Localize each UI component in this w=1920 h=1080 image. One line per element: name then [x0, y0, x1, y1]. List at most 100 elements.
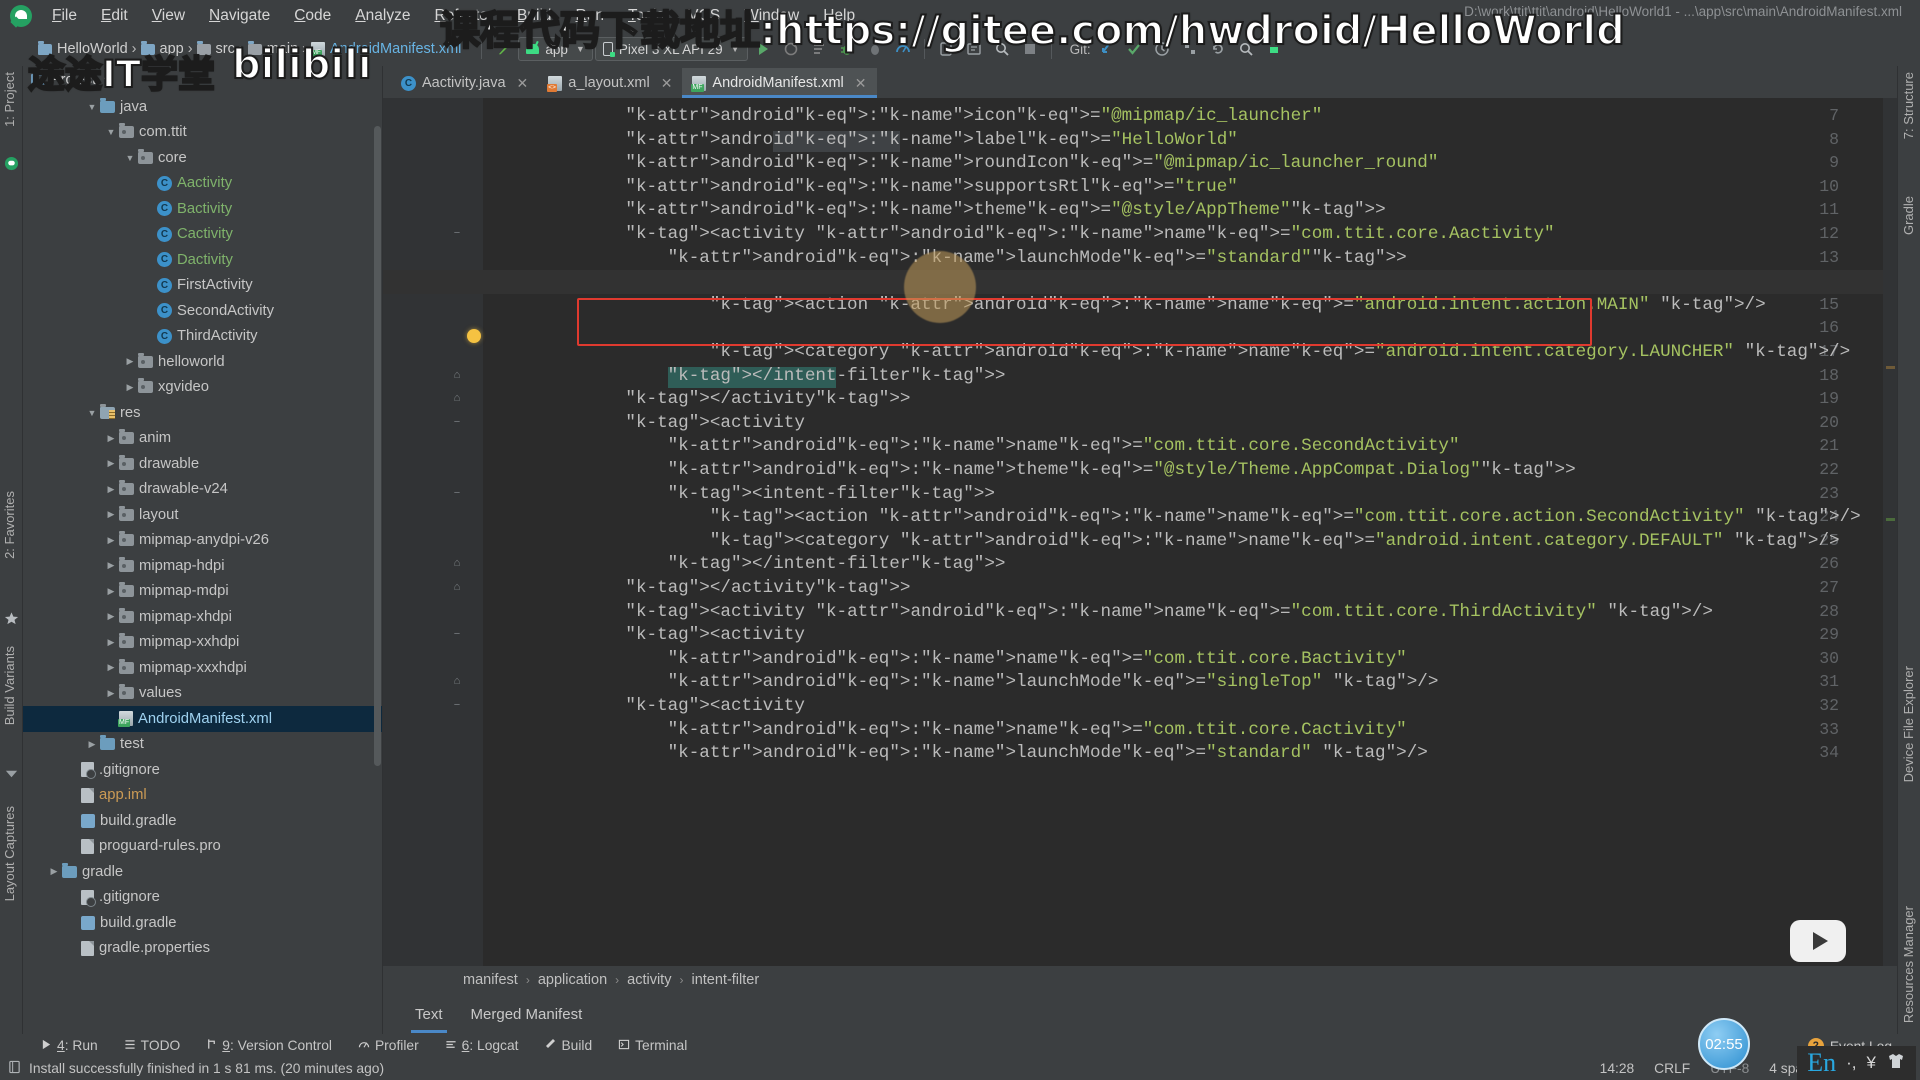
code-fold-toggle[interactable]: ⌂: [451, 675, 463, 687]
tree-item-gradle-properties[interactable]: gradle.properties: [23, 936, 382, 962]
tree-item-anim[interactable]: ▶ anim: [23, 426, 382, 452]
code-line-9[interactable]: "k-attr">android"k-eq">:"k-name">roundIc…: [625, 153, 1438, 173]
expand-arrow-icon[interactable]: ▶: [103, 484, 119, 495]
tree-item-dactivity[interactable]: C Dactivity: [23, 247, 382, 273]
tree-item-secondactivity[interactable]: C SecondActivity: [23, 298, 382, 324]
code-line-30[interactable]: "k-attr">android"k-eq">:"k-name">name"k-…: [668, 649, 1407, 669]
xml-crumb-application[interactable]: application: [538, 972, 607, 988]
stripe-build-variants-label[interactable]: Build Variants: [2, 646, 17, 725]
code-line-8[interactable]: "k-attr">android"k-eq">:"k-name">label"k…: [625, 130, 1237, 150]
expand-arrow-icon[interactable]: ▶: [103, 458, 119, 469]
code-line-34[interactable]: "k-attr">android"k-eq">:"k-name">launchM…: [668, 743, 1428, 763]
tool-window-4--run[interactable]: 4: Run: [28, 1036, 111, 1055]
error-stripe[interactable]: [1883, 98, 1897, 966]
code-fold-toggle[interactable]: −: [451, 416, 463, 428]
git-update-icon[interactable]: [1093, 37, 1119, 61]
nav-crumb-2[interactable]: src: [193, 39, 239, 59]
tree-item-mipmap-hdpi[interactable]: ▶ mipmap-hdpi: [23, 553, 382, 579]
code-line-13[interactable]: "k-attr">android"k-eq">:"k-name">launchM…: [668, 248, 1407, 268]
project-scrollbar[interactable]: [374, 126, 381, 766]
tree-item-mipmap-xhdpi[interactable]: ▶ mipmap-xhdpi: [23, 604, 382, 630]
avd-manager-icon[interactable]: [933, 37, 959, 61]
run-configuration-selector[interactable]: app ▼: [518, 37, 593, 61]
stripe-structure-label[interactable]: 7: Structure: [1901, 72, 1916, 139]
expand-arrow-icon[interactable]: ▶: [122, 356, 138, 367]
code-fold-toggle[interactable]: ⌂: [451, 581, 463, 593]
warning-marker[interactable]: [1886, 366, 1895, 369]
code-fold-toggle[interactable]: −: [451, 699, 463, 711]
collapse-arrow-icon[interactable]: ▼: [122, 153, 138, 163]
tree-item-values[interactable]: ▶ values: [23, 681, 382, 707]
expand-arrow-icon[interactable]: ▶: [103, 586, 119, 597]
chevron-down-icon[interactable]: ▼: [102, 75, 111, 85]
code-editor[interactable]: 7891011121314151617181920212223242526272…: [383, 98, 1897, 966]
code-line-25[interactable]: "k-tag"><category "k-attr">android"k-eq"…: [710, 531, 1840, 551]
status-crlf[interactable]: CRLF: [1654, 1061, 1690, 1076]
stripe-project-label[interactable]: 1: Project: [2, 72, 17, 127]
collapse-arrow-icon[interactable]: ▼: [84, 408, 100, 418]
nav-crumb-1[interactable]: app: [137, 39, 188, 59]
xml-breadcrumb[interactable]: manifest › application › activity › intent-fil…: [383, 966, 1897, 994]
android-device-monitor-icon[interactable]: [1261, 37, 1287, 61]
stop-button[interactable]: [1017, 37, 1043, 61]
expand-arrow-icon[interactable]: ▶: [103, 535, 119, 546]
tool-window-build[interactable]: Build: [531, 1036, 605, 1055]
tool-window-todo[interactable]: TODO: [111, 1036, 194, 1055]
editor-tab-androidmanifest-xml[interactable]: AndroidManifest.xml ✕: [682, 68, 877, 98]
xml-crumb-activity[interactable]: activity: [627, 972, 671, 988]
code-line-33[interactable]: "k-attr">android"k-eq">:"k-name">name"k-…: [668, 720, 1407, 740]
tree-item-xgvideo[interactable]: ▶ xgvideo: [23, 375, 382, 401]
intention-bulb-icon[interactable]: [467, 329, 481, 343]
collapse-arrow-icon[interactable]: ▼: [103, 127, 119, 137]
tree-item-thirdactivity[interactable]: C ThirdActivity: [23, 324, 382, 350]
stripe-gradle-label[interactable]: Gradle: [1901, 196, 1916, 235]
code-fold-toggle[interactable]: ⌂: [451, 369, 463, 381]
code-fold-toggle[interactable]: ⌂: [451, 557, 463, 569]
tree-item-aactivity[interactable]: C Aactivity: [23, 171, 382, 197]
code-fold-toggle[interactable]: −: [451, 227, 463, 239]
menu-item-help[interactable]: Help: [811, 3, 867, 29]
tree-item-com-ttit[interactable]: ▼ com.ttit: [23, 120, 382, 146]
tree-item-mipmap-anydpi-v26[interactable]: ▶ mipmap-anydpi-v26: [23, 528, 382, 554]
tree-item--gitignore[interactable]: .gitignore: [23, 885, 382, 911]
stripe-device-file-explorer-label[interactable]: Device File Explorer: [1901, 666, 1916, 782]
tree-item-core[interactable]: ▼ core: [23, 145, 382, 171]
tree-item-gradle[interactable]: ▶ gradle: [23, 859, 382, 885]
tree-item-firstactivity[interactable]: C FirstActivity: [23, 273, 382, 299]
tool-window-profiler[interactable]: Profiler: [345, 1036, 432, 1055]
tree-item-app-iml[interactable]: app.iml: [23, 783, 382, 809]
code-line-12[interactable]: "k-tag"><activity "k-attr">android"k-eq"…: [625, 224, 1554, 244]
view-tab-text[interactable]: Text: [401, 1000, 457, 1033]
tree-item-mipmap-xxhdpi[interactable]: ▶ mipmap-xxhdpi: [23, 630, 382, 656]
git-branch-icon[interactable]: [1177, 37, 1203, 61]
tree-item-proguard-rules-pro[interactable]: proguard-rules.pro: [23, 834, 382, 860]
project-breadcrumb[interactable]: HelloWorld›app›src›main›AndroidManifest.…: [0, 39, 465, 59]
editor-tab-aactivity-java[interactable]: C Aactivity.java ✕: [391, 68, 538, 98]
tool-window-6--logcat[interactable]: 6: Logcat: [432, 1036, 532, 1055]
code-line-28[interactable]: "k-tag"><activity "k-attr">android"k-eq"…: [625, 602, 1713, 622]
stripe-favorites-label[interactable]: 2: Favorites: [2, 491, 17, 559]
close-icon[interactable]: ✕: [855, 75, 867, 92]
sync-gradle-icon[interactable]: [490, 37, 516, 61]
search-everywhere-icon[interactable]: [989, 37, 1015, 61]
code-line-23[interactable]: "k-tag"><intent-filter"k-tag">>: [668, 484, 995, 504]
editor-view-tabs[interactable]: Text Merged Manifest: [383, 994, 1897, 1034]
code-text[interactable]: "k-attr">android"k-eq">:"k-name">icon"k-…: [483, 98, 1897, 966]
code-line-20[interactable]: "k-tag"><activity: [625, 413, 805, 433]
star-icon[interactable]: [4, 611, 19, 626]
tree-item-drawable[interactable]: ▶ drawable: [23, 451, 382, 477]
menu-item-vcs[interactable]: VCS: [676, 3, 732, 29]
expand-arrow-icon[interactable]: ▶: [103, 560, 119, 571]
expand-arrow-icon[interactable]: ▶: [103, 433, 119, 444]
menu-item-window[interactable]: Window: [732, 3, 811, 29]
view-tab-merged-manifest[interactable]: Merged Manifest: [457, 1000, 597, 1029]
apply-changes-icon[interactable]: [778, 37, 804, 61]
apply-code-changes-icon[interactable]: [806, 37, 832, 61]
tree-item--gitignore[interactable]: .gitignore: [23, 757, 382, 783]
xml-crumb-intent-filter[interactable]: intent-filter: [691, 972, 759, 988]
build-variants-icon[interactable]: [4, 766, 19, 781]
tree-item-bactivity[interactable]: C Bactivity: [23, 196, 382, 222]
tool-window-terminal[interactable]: Terminal: [605, 1036, 700, 1055]
tool-window-bar[interactable]: 4: Run TODO 9: Version Control Profiler 6: L…: [0, 1034, 1920, 1056]
tree-item-res[interactable]: ▼ res: [23, 400, 382, 426]
